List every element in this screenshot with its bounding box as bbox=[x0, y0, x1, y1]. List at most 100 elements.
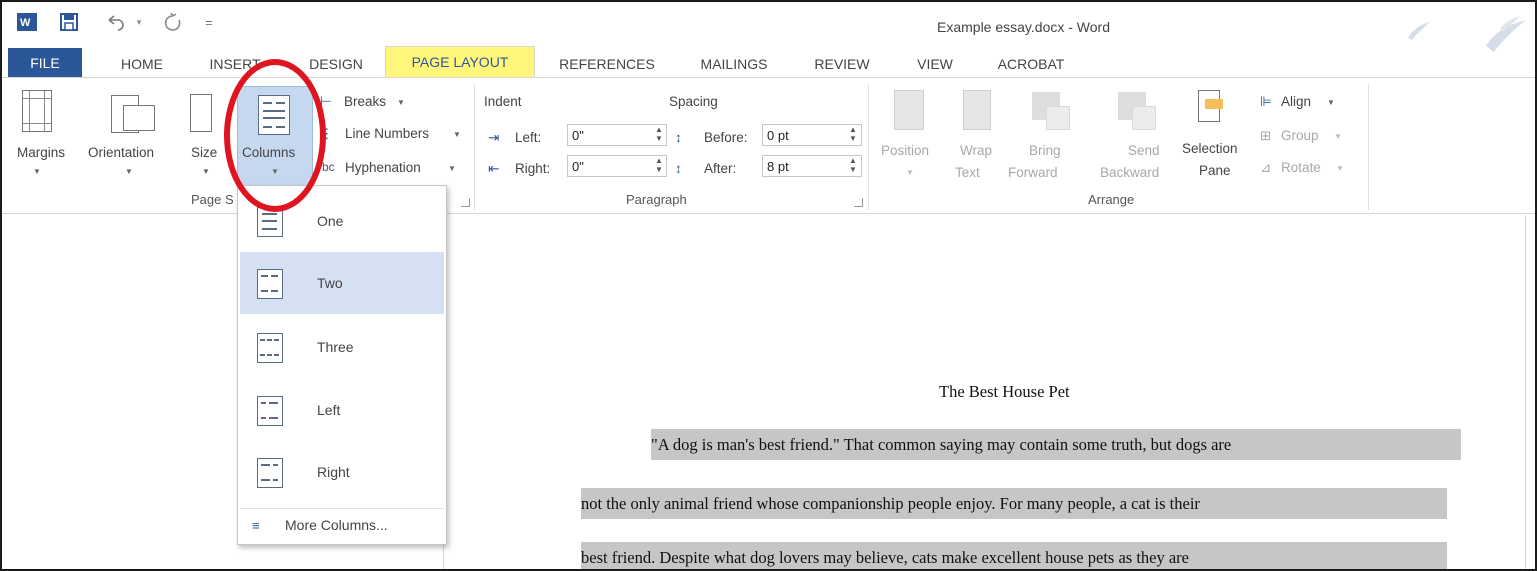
paragraph-group-label: Paragraph bbox=[626, 192, 687, 207]
indent-right-spinner-icon[interactable]: ▲ ▼ bbox=[653, 156, 665, 174]
hyphenation-dropdown-icon: ▼ bbox=[448, 164, 456, 173]
page-setup-group-label: Page S bbox=[191, 192, 234, 207]
indent-right-label: Right: bbox=[515, 161, 551, 176]
line-numbers-dropdown-icon: ▼ bbox=[453, 130, 461, 139]
tab-mailings[interactable]: MAILINGS bbox=[693, 50, 775, 77]
indent-right-field[interactable]: 0" bbox=[567, 155, 667, 177]
tab-page-layout[interactable]: PAGE LAYOUT bbox=[385, 46, 535, 77]
columns-option-right[interactable]: Right bbox=[240, 441, 444, 503]
margins-label: Margins bbox=[17, 145, 66, 160]
spacing-before-icon: ↕ bbox=[675, 130, 682, 145]
margins-icon bbox=[22, 90, 52, 132]
indent-label: Indent bbox=[484, 94, 522, 109]
columns-option-three[interactable]: Three bbox=[240, 316, 444, 378]
two-columns-icon bbox=[257, 269, 283, 299]
left-column-icon bbox=[257, 396, 283, 426]
page-setup-launcher-icon[interactable] bbox=[461, 198, 470, 207]
word-window: W ▾ = Example essay.docx - Word FILE HOM… bbox=[0, 0, 1537, 571]
columns-option-label: Left bbox=[317, 402, 341, 418]
group-divider bbox=[868, 84, 869, 210]
tab-review[interactable]: REVIEW bbox=[810, 50, 874, 77]
svg-text:W: W bbox=[20, 17, 31, 29]
hyphenation-label: Hyphenation bbox=[345, 160, 421, 175]
rotate-label: Rotate bbox=[1281, 160, 1321, 175]
indent-left-label: Left: bbox=[515, 130, 542, 145]
essay-line[interactable]: best friend. Despite what dog lovers may… bbox=[581, 542, 1447, 569]
spacing-after-label: After: bbox=[704, 161, 737, 176]
redo-icon[interactable] bbox=[162, 11, 184, 33]
save-icon[interactable] bbox=[58, 11, 80, 33]
position-dropdown-icon: ▼ bbox=[906, 168, 914, 177]
rotate-dropdown-icon: ▼ bbox=[1336, 164, 1344, 173]
wrap-text-icon bbox=[963, 90, 991, 130]
align-dropdown-icon: ▼ bbox=[1327, 98, 1335, 107]
tab-view[interactable]: VIEW bbox=[911, 50, 959, 77]
selection-pane-label-1: Selection bbox=[1182, 141, 1238, 156]
page-edge bbox=[1525, 215, 1526, 569]
undo-icon[interactable] bbox=[104, 11, 130, 33]
essay-line[interactable]: "A dog is man's best friend." That commo… bbox=[651, 429, 1461, 460]
selection-pane-label-2: Pane bbox=[1199, 163, 1231, 178]
line-numbers-label: Line Numbers bbox=[345, 126, 430, 141]
spacing-before-spinner-icon[interactable]: ▲ ▼ bbox=[847, 125, 859, 143]
orientation-label: Orientation bbox=[88, 145, 155, 160]
window-title: Example essay.docx - Word bbox=[937, 19, 1110, 35]
bird-decoration-icon bbox=[1404, 16, 1434, 50]
align-icon: ⊫ bbox=[1260, 94, 1272, 109]
wrap-text-label-1: Wrap bbox=[960, 143, 993, 158]
send-backward-icon-back bbox=[1132, 106, 1156, 130]
annotation-circle bbox=[224, 59, 326, 212]
title-bar: W ▾ = Example essay.docx - Word bbox=[2, 2, 1535, 52]
spacing-label: Spacing bbox=[669, 94, 718, 109]
tab-acrobat[interactable]: ACROBAT bbox=[988, 50, 1074, 77]
undo-dropdown-icon[interactable]: ▾ bbox=[134, 11, 144, 33]
columns-menu: One Two Three Left Right ≡ More Columns.… bbox=[237, 185, 447, 545]
tab-file[interactable]: FILE bbox=[8, 48, 82, 77]
size-dropdown-icon: ▼ bbox=[202, 167, 210, 176]
hyphenation-icon: bc bbox=[322, 160, 335, 174]
size-icon bbox=[190, 94, 212, 132]
group-divider bbox=[474, 84, 475, 210]
word-icon[interactable]: W bbox=[16, 11, 38, 33]
paragraph-launcher-icon[interactable] bbox=[854, 198, 863, 207]
group-dropdown-icon: ▼ bbox=[1334, 132, 1342, 141]
orientation-dropdown-icon: ▼ bbox=[125, 167, 133, 176]
tab-references[interactable]: REFERENCES bbox=[555, 50, 659, 77]
more-columns-icon: ≡ bbox=[252, 518, 260, 533]
size-label: Size bbox=[191, 145, 218, 160]
essay-title[interactable]: The Best House Pet bbox=[939, 382, 1070, 402]
indent-left-icon: ⇥ bbox=[488, 130, 500, 145]
bring-forward-label-1: Bring bbox=[1029, 143, 1061, 158]
breaks-dropdown-icon: ▼ bbox=[397, 98, 405, 107]
align-label: Align bbox=[1281, 94, 1312, 109]
columns-option-left[interactable]: Left bbox=[240, 379, 444, 441]
rotate-icon: ⊿ bbox=[1260, 160, 1272, 175]
spacing-after-spinner-icon[interactable]: ▲ ▼ bbox=[847, 156, 859, 174]
columns-option-two[interactable]: Two bbox=[240, 252, 444, 314]
bring-forward-icon-back bbox=[1046, 106, 1070, 130]
send-backward-label-1: Send bbox=[1128, 143, 1160, 158]
send-backward-label-2: Backward bbox=[1100, 165, 1160, 180]
group-label: Group bbox=[1281, 128, 1319, 143]
essay-line[interactable]: not the only animal friend whose compani… bbox=[581, 488, 1447, 519]
columns-option-label: Right bbox=[317, 464, 350, 480]
ribbon-tabs: FILE HOME INSERT DESIGN PAGE LAYOUT REFE… bbox=[2, 46, 1535, 77]
arrange-group-label: Arrange bbox=[1088, 192, 1135, 207]
indent-left-field[interactable]: 0" bbox=[567, 124, 667, 146]
spacing-after-icon: ↕ bbox=[675, 161, 682, 176]
more-columns-item[interactable]: ≡ More Columns... bbox=[240, 508, 444, 540]
spacing-before-label: Before: bbox=[704, 130, 748, 145]
customize-qat-icon[interactable]: = bbox=[202, 11, 216, 33]
selection-pane-icon bbox=[1198, 90, 1223, 122]
bring-forward-label-2: Forward bbox=[1008, 165, 1058, 180]
tab-design[interactable]: DESIGN bbox=[302, 50, 370, 77]
group-icon: ⊞ bbox=[1260, 128, 1272, 143]
right-column-icon bbox=[257, 458, 283, 488]
orientation-icon-landscape bbox=[123, 105, 155, 131]
indent-left-spinner-icon[interactable]: ▲ ▼ bbox=[653, 125, 665, 143]
three-columns-icon bbox=[257, 333, 283, 363]
group-divider bbox=[1368, 84, 1369, 210]
tab-home[interactable]: HOME bbox=[112, 50, 172, 77]
margins-dropdown-icon: ▼ bbox=[33, 167, 41, 176]
breaks-label: Breaks bbox=[344, 94, 387, 109]
